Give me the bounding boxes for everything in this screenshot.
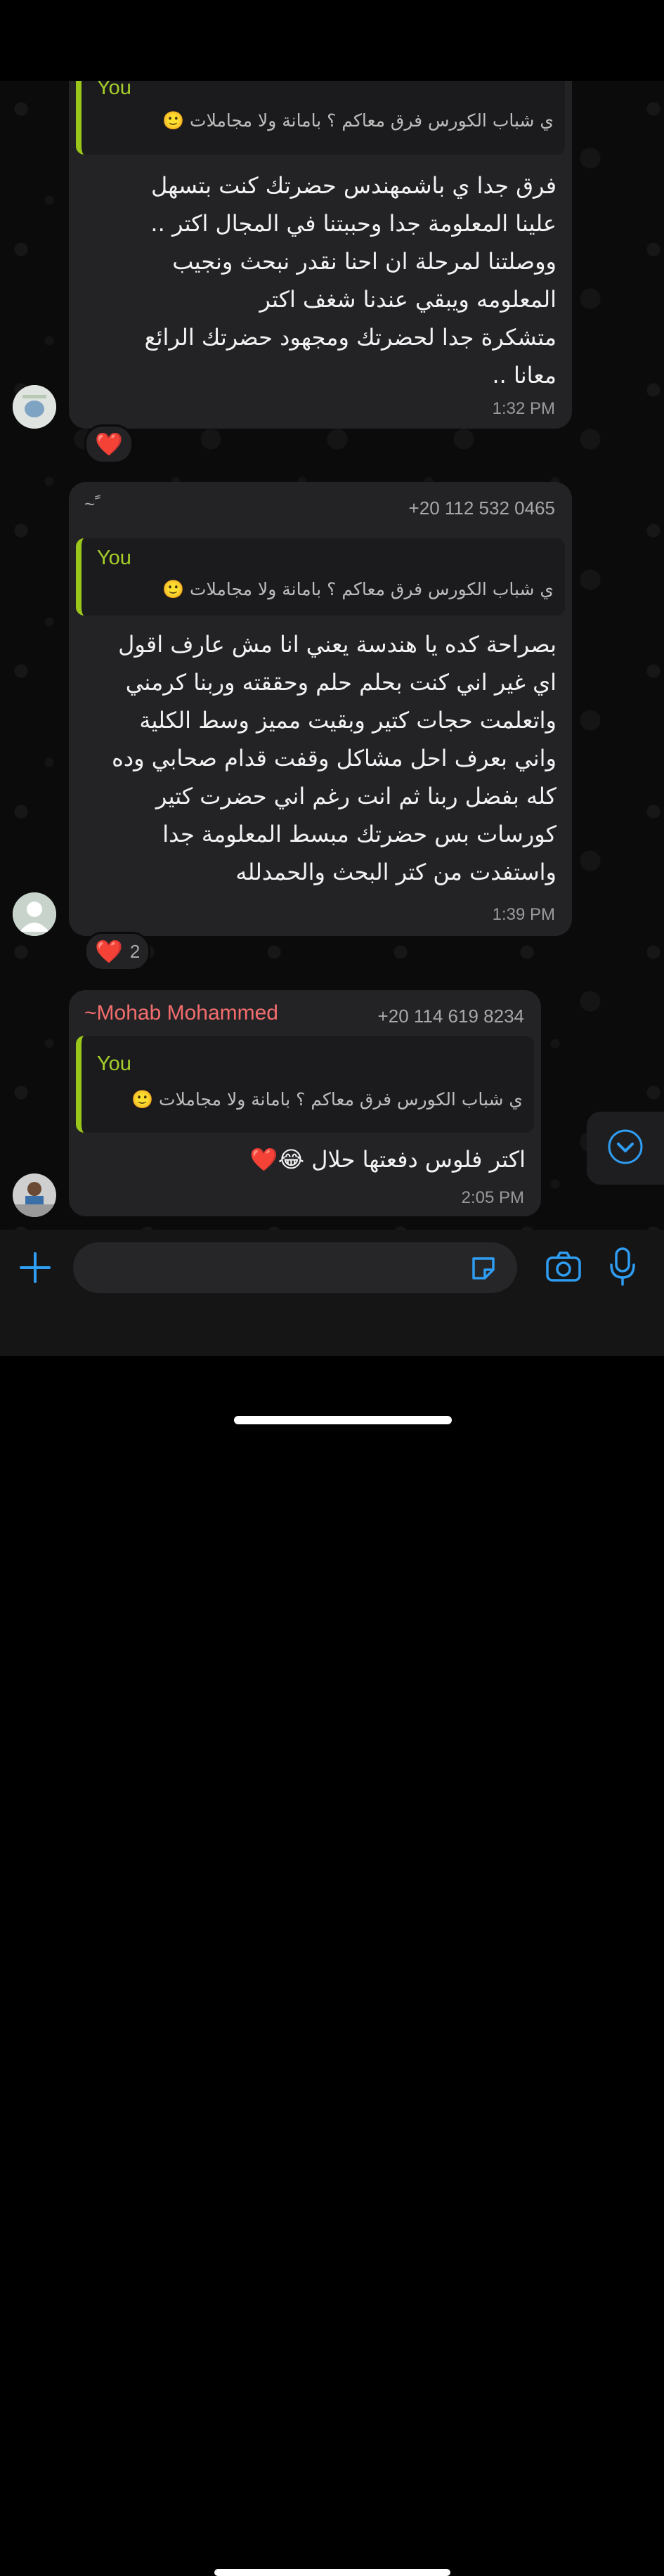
message-text: فرق جدا ي باشمهندس حضرتك كنت بتسهل علينا… bbox=[144, 172, 556, 389]
plus-icon[interactable] bbox=[18, 1251, 52, 1287]
message-input[interactable] bbox=[73, 1242, 517, 1293]
camera-icon[interactable] bbox=[545, 1251, 582, 1286]
quote-author: You bbox=[97, 81, 131, 99]
message-bubble[interactable]: ~ ً +20 112 532 0465 You ي شباب الكورس ف… bbox=[69, 482, 572, 936]
home-indicator bbox=[214, 2569, 450, 2576]
message-composer bbox=[0, 1230, 664, 2576]
message-bubble[interactable]: ~Mohab Mohammed +20 114 619 8234 You ي ش… bbox=[69, 990, 541, 1216]
avatar[interactable] bbox=[13, 892, 56, 936]
quote-text: ي شباب الكورس فرق معاكم ؟ بامانة ولا مجا… bbox=[162, 579, 554, 599]
avatar[interactable] bbox=[13, 1173, 56, 1217]
message-text: بصراحة كده يا هندسة يعني انا مش عارف اقو… bbox=[112, 631, 556, 885]
reaction-badge[interactable]: ❤️ bbox=[84, 424, 134, 464]
avatar[interactable] bbox=[13, 385, 56, 429]
quoted-message[interactable]: You ي شباب الكورس فرق معاكم ؟ بامانة ولا… bbox=[76, 538, 565, 616]
quoted-message[interactable]: You ي شباب الكورس فرق معاكم ؟ بامانة ولا… bbox=[76, 1036, 534, 1133]
heart-icon: ❤️ bbox=[95, 938, 123, 965]
sticker-icon[interactable] bbox=[469, 1254, 497, 1285]
message-time: 2:05 PM bbox=[461, 1188, 524, 1207]
sender-phone[interactable]: +20 114 619 8234 bbox=[378, 1006, 524, 1027]
quote-text: ي شباب الكورس فرق معاكم ؟ بامانة ولا مجا… bbox=[131, 1089, 523, 1110]
home-indicator bbox=[234, 1416, 452, 1424]
quoted-message[interactable]: You ي شباب الكورس فرق معاكم ؟ بامانة ولا… bbox=[76, 81, 565, 155]
microphone-icon[interactable] bbox=[608, 1247, 637, 1289]
chevron-down-icon bbox=[606, 1128, 644, 1169]
message-bubble[interactable]: You ي شباب الكورس فرق معاكم ؟ بامانة ولا… bbox=[69, 81, 572, 429]
reaction-count: 2 bbox=[129, 940, 141, 962]
message-time: 1:32 PM bbox=[492, 399, 555, 418]
scroll-to-bottom-button[interactable] bbox=[587, 1112, 664, 1185]
message-time: 1:39 PM bbox=[492, 905, 555, 924]
reaction-badge[interactable]: ❤️ 2 bbox=[84, 932, 151, 971]
sender-phone[interactable]: +20 112 532 0465 bbox=[409, 497, 555, 519]
sender-name[interactable]: ~ ً bbox=[84, 493, 100, 515]
message-text: اكتر فلوس دفعتها حلال 😂❤️ bbox=[249, 1146, 526, 1173]
sender-name[interactable]: ~Mohab Mohammed bbox=[84, 1001, 278, 1025]
heart-icon: ❤️ bbox=[95, 431, 123, 457]
quote-text: ي شباب الكورس فرق معاكم ؟ بامانة ولا مجا… bbox=[162, 110, 554, 131]
quote-author: You bbox=[97, 1053, 131, 1075]
quote-author: You bbox=[97, 547, 131, 569]
